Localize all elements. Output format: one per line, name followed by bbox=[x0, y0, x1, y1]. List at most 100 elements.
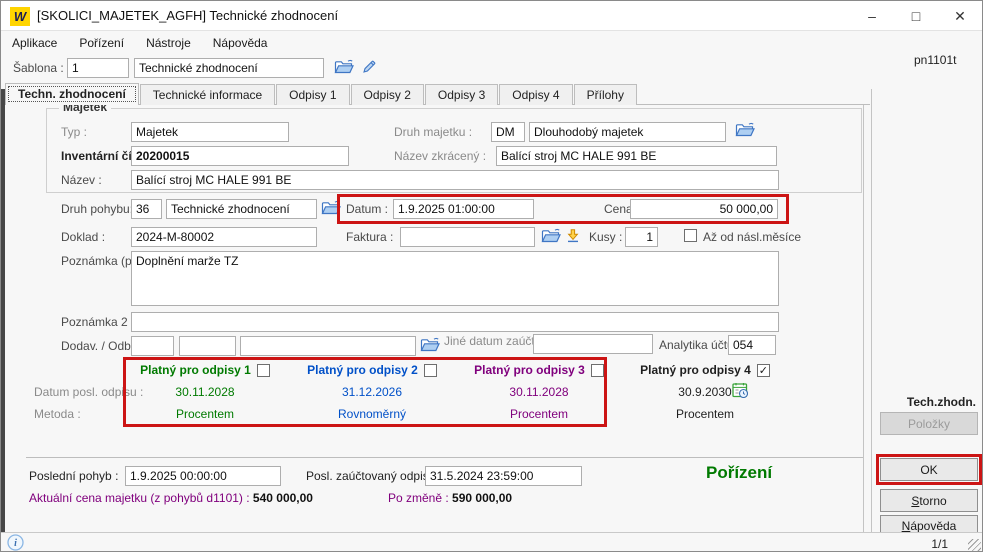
odpisy-2-method: Rovnoměrný bbox=[296, 407, 448, 421]
druh-pohybu-name-input[interactable] bbox=[166, 199, 317, 219]
info-icon[interactable] bbox=[7, 534, 24, 551]
menu-aplikace[interactable]: Aplikace bbox=[1, 33, 68, 53]
typ-label: Typ : bbox=[61, 125, 87, 139]
odpisy-4-method: Procentem bbox=[629, 407, 781, 421]
poznamka-pohybu-textarea[interactable]: Doplnění marže TZ bbox=[131, 251, 779, 306]
faktura-input[interactable] bbox=[400, 227, 535, 247]
page-counter: 1/1 bbox=[931, 537, 948, 551]
doklad-input[interactable] bbox=[131, 227, 317, 247]
storno-button[interactable]: Storno bbox=[880, 489, 978, 512]
maximize-button[interactable]: □ bbox=[894, 1, 938, 31]
platny-odpisy-3-label: Platný pro odpisy 3 bbox=[474, 363, 585, 377]
az-od-nasl-mesice-label: Až od násl.měsíce bbox=[703, 230, 801, 244]
aktualni-cena-value: 540 000,00 bbox=[253, 491, 313, 505]
tab-odpisy-2[interactable]: Odpisy 2 bbox=[351, 84, 424, 105]
doklad-label: Doklad : bbox=[61, 230, 105, 244]
title-bar: W [SKOLICI_MAJETEK_AGFH] Technické zhodn… bbox=[1, 1, 982, 31]
poznamka-2-input[interactable] bbox=[131, 312, 779, 332]
odpisy-col-1: Platný pro odpisy 1 bbox=[129, 363, 281, 377]
posl-zauctovany-odpis-input[interactable] bbox=[425, 466, 582, 486]
druh-majetku-folder-icon[interactable] bbox=[735, 122, 755, 138]
menu-nastroje[interactable]: Nástroje bbox=[135, 33, 202, 53]
tab-odpisy-4[interactable]: Odpisy 4 bbox=[499, 84, 572, 105]
menu-porizeni[interactable]: Pořízení bbox=[68, 33, 135, 53]
druh-majetku-label: Druh majetku : bbox=[394, 125, 472, 139]
odpisy-col-2: Platný pro odpisy 2 bbox=[296, 363, 448, 377]
cena-input[interactable] bbox=[630, 199, 778, 219]
edit-pencil-icon[interactable] bbox=[361, 59, 377, 75]
panel-separator bbox=[871, 89, 872, 532]
download-arrow-icon[interactable] bbox=[565, 228, 581, 244]
tab-odpisy-3[interactable]: Odpisy 3 bbox=[425, 84, 498, 105]
posledni-pohyb-input[interactable] bbox=[125, 466, 281, 486]
platny-odpisy-4-label: Platný pro odpisy 4 bbox=[640, 363, 751, 377]
po-zmene-value: 590 000,00 bbox=[452, 491, 512, 505]
poznamka-2-label: Poznámka 2 : bbox=[61, 315, 134, 329]
odpisy-col-4: Platný pro odpisy 4 ✓ bbox=[629, 363, 781, 377]
posl-zauctovany-odpis-label: Posl. zaúčtovaný odpis : bbox=[306, 469, 435, 483]
resize-grip[interactable] bbox=[968, 539, 981, 552]
sablona-name-input[interactable] bbox=[134, 58, 324, 78]
cena-label: Cena bbox=[604, 202, 633, 216]
tab-technicke-informace[interactable]: Technické informace bbox=[140, 84, 275, 105]
odpisy-1-date: 30.11.2028 bbox=[129, 385, 281, 399]
window-title: [SKOLICI_MAJETEK_AGFH] Technické zhodnoc… bbox=[37, 8, 338, 23]
status-bar bbox=[1, 532, 982, 552]
kusy-label: Kusy : bbox=[589, 230, 622, 244]
app-logo-icon: W bbox=[10, 7, 30, 26]
left-edge-strip bbox=[1, 89, 5, 532]
odpisy-2-date: 31.12.2026 bbox=[296, 385, 448, 399]
porizeni-status-label: Pořízení bbox=[706, 463, 772, 483]
druh-majetku-code-input[interactable] bbox=[491, 122, 525, 142]
form-code-label: pn1101t bbox=[914, 53, 957, 67]
metoda-label: Metoda : bbox=[34, 407, 81, 421]
datum-input[interactable] bbox=[393, 199, 534, 219]
odpisy-3-date: 30.11.2028 bbox=[463, 385, 615, 399]
druh-pohybu-folder-icon[interactable] bbox=[321, 200, 341, 216]
druh-majetku-name-input[interactable] bbox=[529, 122, 726, 142]
footer-separator bbox=[26, 457, 863, 458]
open-folder-icon[interactable] bbox=[334, 59, 354, 75]
po-zmene-label: Po změně : bbox=[388, 491, 449, 505]
application-window: W [SKOLICI_MAJETEK_AGFH] Technické zhodn… bbox=[0, 0, 983, 552]
tab-bar: Techn. zhodnocení Technické informace Od… bbox=[5, 83, 638, 105]
analytika-uctu-input[interactable] bbox=[728, 335, 776, 355]
nazev-zkraceny-label: Název zkrácený : bbox=[394, 149, 486, 163]
menu-napoveda[interactable]: Nápověda bbox=[202, 33, 279, 53]
sablona-number-input[interactable] bbox=[67, 58, 129, 78]
typ-input[interactable] bbox=[131, 122, 289, 142]
polozky-button: Položky bbox=[880, 412, 978, 435]
inventarni-cislo-input[interactable] bbox=[131, 146, 349, 166]
minimize-button[interactable]: – bbox=[850, 1, 894, 31]
jine-datum-zauct-input[interactable] bbox=[533, 334, 653, 354]
platny-odpisy-4-checkbox[interactable]: ✓ bbox=[757, 364, 770, 377]
az-od-nasl-mesice-checkbox[interactable] bbox=[684, 229, 697, 242]
tab-tech-zhodnoceni[interactable]: Techn. zhodnocení bbox=[5, 83, 139, 105]
aktualni-cena-row: Aktuální cena majetku (z pohybů d1101) :… bbox=[29, 491, 313, 505]
close-button[interactable]: ✕ bbox=[938, 1, 982, 31]
jine-datum-zauct-label: Jiné datum zaúčt. : bbox=[444, 334, 545, 348]
faktura-folder-icon[interactable] bbox=[541, 228, 561, 244]
dodav-odberatel-input-2[interactable] bbox=[179, 336, 236, 356]
druh-pohybu-code-input[interactable] bbox=[131, 199, 162, 219]
kusy-input[interactable] bbox=[625, 227, 658, 247]
nazev-label: Název : bbox=[61, 173, 102, 187]
odpisy-1-method: Procentem bbox=[129, 407, 281, 421]
dodav-odberatel-folder-icon[interactable] bbox=[420, 337, 440, 353]
posledni-pohyb-label: Poslední pohyb : bbox=[29, 469, 118, 483]
platny-odpisy-1-checkbox[interactable] bbox=[257, 364, 270, 377]
odpisy-col-3: Platný pro odpisy 3 bbox=[463, 363, 615, 377]
tab-prilohy[interactable]: Přílohy bbox=[574, 84, 637, 105]
dodav-odberatel-input-3[interactable] bbox=[240, 336, 416, 356]
dodav-odberatel-input-1[interactable] bbox=[131, 336, 174, 356]
tab-odpisy-1[interactable]: Odpisy 1 bbox=[276, 84, 349, 105]
sablona-label: Šablona : bbox=[13, 61, 64, 75]
nazev-input[interactable] bbox=[131, 170, 779, 190]
calendar-clock-icon[interactable] bbox=[732, 382, 748, 398]
platny-odpisy-3-checkbox[interactable] bbox=[591, 364, 604, 377]
platny-odpisy-2-checkbox[interactable] bbox=[424, 364, 437, 377]
ok-button[interactable]: OK bbox=[880, 458, 978, 481]
aktualni-cena-label: Aktuální cena majetku (z pohybů d1101) : bbox=[29, 491, 250, 505]
nazev-zkraceny-input[interactable] bbox=[496, 146, 777, 166]
menu-bar: Aplikace Pořízení Nástroje Nápověda bbox=[1, 32, 982, 54]
